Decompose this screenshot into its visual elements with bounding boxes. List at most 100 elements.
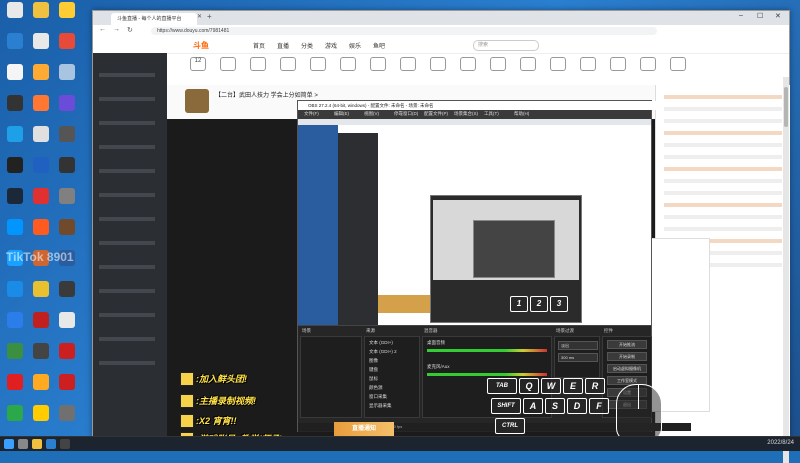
category-item[interactable] <box>303 57 333 71</box>
desktop-shortcut-icon[interactable] <box>28 64 54 94</box>
site-search-input[interactable]: 搜索 <box>473 40 539 51</box>
desktop-shortcut-icon[interactable] <box>2 188 28 218</box>
url-field[interactable]: https://www.douyu.com/7981481 <box>151 27 657 35</box>
desktop-shortcut-icon[interactable] <box>2 64 28 94</box>
source-item[interactable]: 文本 (GDI+) <box>369 340 393 346</box>
desktop-shortcut-icon[interactable] <box>28 281 54 311</box>
category-item[interactable] <box>633 57 663 71</box>
category-item[interactable]: 12 <box>183 57 213 71</box>
duration-field[interactable]: 300 ms <box>558 353 598 362</box>
scenes-list[interactable] <box>300 336 362 418</box>
site-logo[interactable]: 斗鱼 <box>193 40 209 51</box>
taskbar-search-icon[interactable] <box>18 439 28 449</box>
category-item[interactable] <box>453 57 483 71</box>
file-explorer-icon[interactable] <box>32 439 42 449</box>
source-item[interactable]: 窗口采集 <box>369 394 387 400</box>
sidebar-item[interactable] <box>99 361 155 365</box>
desktop-shortcut-icon[interactable] <box>54 312 80 342</box>
sidebar-item[interactable] <box>99 289 155 293</box>
desktop-shortcut-icon[interactable] <box>54 157 80 187</box>
obs-control-button[interactable]: 启动虚拟摄像机 <box>607 364 647 373</box>
desktop-shortcut-icon[interactable] <box>2 2 28 32</box>
sidebar-item[interactable] <box>99 241 155 245</box>
desktop-shortcut-icon[interactable] <box>28 95 54 125</box>
category-item[interactable] <box>423 57 453 71</box>
desktop-shortcut-icon[interactable] <box>28 33 54 63</box>
desktop-shortcut-icon[interactable] <box>28 126 54 156</box>
category-item[interactable] <box>333 57 363 71</box>
maximize-icon[interactable]: ☐ <box>757 12 763 20</box>
nav-category[interactable]: 分类 <box>301 41 313 50</box>
close-window-icon[interactable]: ✕ <box>775 12 781 20</box>
page-scrollbar[interactable] <box>783 77 789 463</box>
sidebar-item[interactable] <box>99 313 155 317</box>
desktop-shortcut-icon[interactable] <box>2 95 28 125</box>
desktop-shortcut-icon[interactable] <box>54 126 80 156</box>
nav-yuba[interactable]: 鱼吧 <box>373 41 385 50</box>
minimize-icon[interactable]: – <box>739 12 743 19</box>
obs-control-button[interactable]: 开始推流 <box>607 340 647 349</box>
category-item[interactable] <box>603 57 633 71</box>
category-item[interactable] <box>363 57 393 71</box>
desktop-shortcut-icon[interactable] <box>28 219 54 249</box>
volume-meter[interactable] <box>427 373 547 376</box>
forward-icon[interactable]: → <box>113 26 120 33</box>
sidebar-item[interactable] <box>99 217 155 221</box>
desktop-shortcut-icon[interactable] <box>2 219 28 249</box>
category-item[interactable] <box>393 57 423 71</box>
sources-list[interactable]: 文本 (GDI+) 文本 (GDI+) 2 图像 键盘 鼠标 颜色源 窗口采集 显示器采集 <box>364 336 420 418</box>
source-item[interactable]: 图像 <box>369 358 378 364</box>
nav-game[interactable]: 游戏 <box>325 41 337 50</box>
desktop-shortcut-icon[interactable] <box>54 33 80 63</box>
desktop-shortcut-icon[interactable] <box>54 188 80 218</box>
category-item[interactable] <box>243 57 273 71</box>
desktop-shortcut-icon[interactable] <box>28 188 54 218</box>
sidebar-item[interactable] <box>99 337 155 341</box>
source-item[interactable]: 颜色源 <box>369 385 383 391</box>
desktop-shortcut-icon[interactable] <box>54 95 80 125</box>
desktop-shortcut-icon[interactable] <box>2 126 28 156</box>
tab-close-icon[interactable]: ✕ <box>197 13 202 20</box>
desktop-shortcut-icon[interactable] <box>2 33 28 63</box>
desktop-shortcut-icon[interactable] <box>2 405 28 435</box>
source-item[interactable]: 显示器采集 <box>369 403 392 409</box>
nav-entertainment[interactable]: 娱乐 <box>349 41 361 50</box>
obs-menu-item[interactable]: 帮助(H) <box>514 111 529 117</box>
source-item[interactable]: 鼠标 <box>369 376 378 382</box>
desktop-shortcut-icon[interactable] <box>28 312 54 342</box>
sidebar-item[interactable] <box>99 169 155 173</box>
category-item[interactable] <box>483 57 513 71</box>
sidebar-item[interactable] <box>99 265 155 269</box>
category-item[interactable] <box>573 57 603 71</box>
streamer-avatar[interactable] <box>185 89 209 113</box>
obs-menu-item[interactable]: 工具(T) <box>484 111 499 117</box>
tab-douyu[interactable]: 斗鱼直播 - 每个人的直播平台 <box>111 13 197 25</box>
category-item[interactable] <box>513 57 543 71</box>
obs-menu-item[interactable]: 场景集合(S) <box>454 111 478 117</box>
desktop-shortcut-icon[interactable] <box>54 405 80 435</box>
desktop-shortcut-icon[interactable] <box>2 281 28 311</box>
back-icon[interactable]: ← <box>99 26 106 33</box>
edge-icon[interactable] <box>46 439 56 449</box>
sidebar-item[interactable] <box>99 73 155 77</box>
obs-taskbar-icon[interactable] <box>60 439 70 449</box>
desktop-shortcut-icon[interactable] <box>2 312 28 342</box>
desktop-shortcut-icon[interactable] <box>2 343 28 373</box>
desktop-shortcut-icon[interactable] <box>2 374 28 404</box>
category-item[interactable] <box>273 57 303 71</box>
source-item[interactable]: 键盘 <box>369 367 378 373</box>
category-item[interactable] <box>663 57 693 71</box>
sidebar-item[interactable] <box>99 97 155 101</box>
start-icon[interactable] <box>4 439 14 449</box>
transition-select[interactable]: 淡出 <box>558 341 598 350</box>
desktop-shortcut-icon[interactable] <box>54 374 80 404</box>
desktop-shortcut-icon[interactable] <box>54 343 80 373</box>
obs-menu-item[interactable]: 停靠窗口(D) <box>394 111 418 117</box>
desktop-shortcut-icon[interactable] <box>54 281 80 311</box>
desktop-shortcut-icon[interactable] <box>28 405 54 435</box>
scrollbar-thumb[interactable] <box>784 87 788 127</box>
sidebar-item[interactable] <box>99 121 155 125</box>
sidebar-item[interactable] <box>99 193 155 197</box>
refresh-icon[interactable]: ↻ <box>127 26 133 34</box>
desktop-shortcut-icon[interactable] <box>54 64 80 94</box>
